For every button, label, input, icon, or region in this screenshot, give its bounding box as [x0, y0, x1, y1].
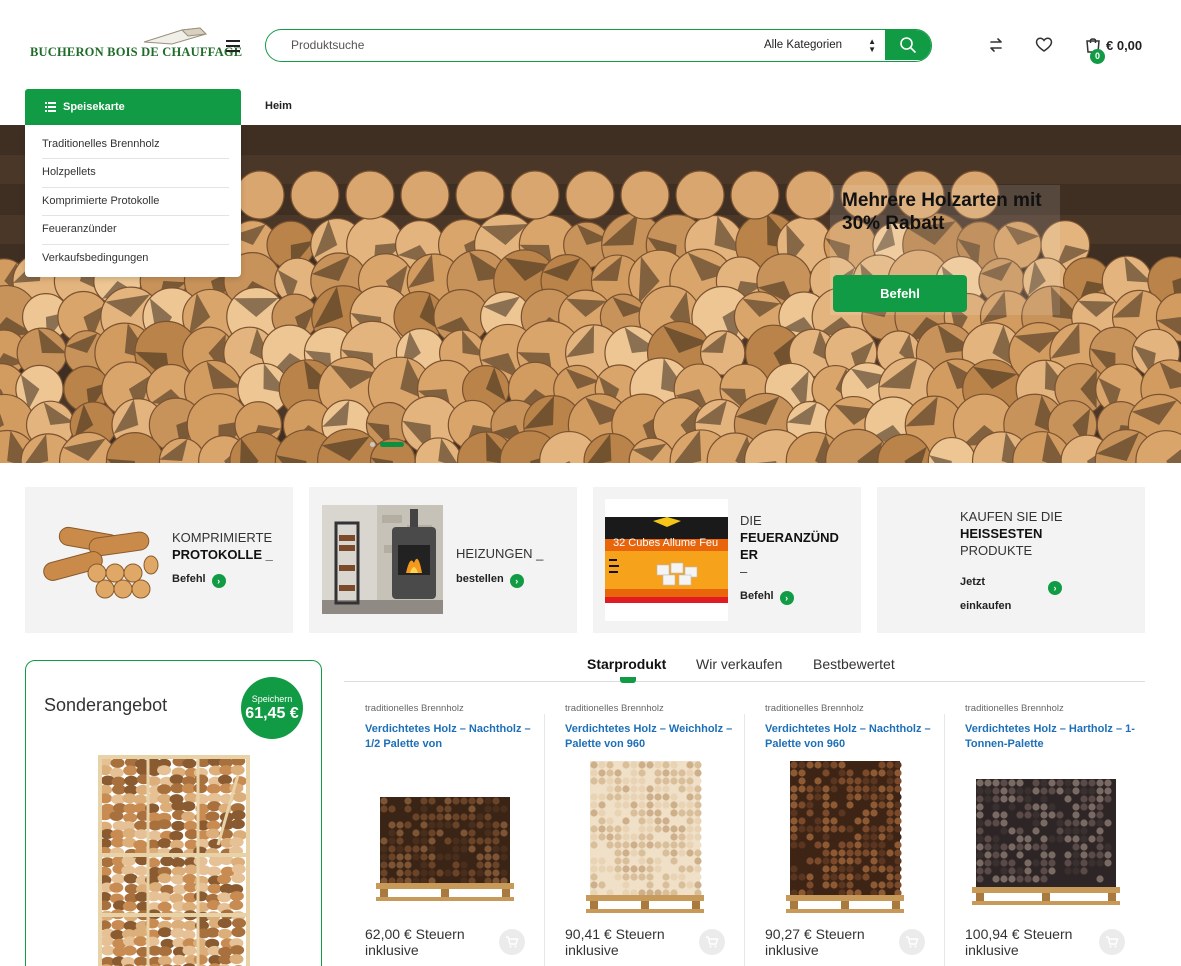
add-to-cart-button[interactable]: [699, 929, 725, 955]
menu-item-wood-pellets[interactable]: Holzpellets: [42, 159, 229, 188]
category-title: KOMPRIMIERTE PROTOKOLLE _: [172, 530, 273, 562]
cart-plus-icon: [706, 936, 719, 948]
fire-starters-image-label: 32 Cubes Allume Feu: [613, 537, 719, 549]
product-price: 62,00 € Steuern inklusive: [365, 926, 465, 958]
category-link[interactable]: Jetzt einkaufen ›: [960, 570, 1062, 618]
add-to-cart-button[interactable]: [499, 929, 525, 955]
category-link[interactable]: bestellen ›: [456, 573, 524, 588]
categories-menu-button[interactable]: Speisekarte: [25, 89, 241, 125]
log-icon: [143, 27, 208, 45]
select-arrows-icon: ▲ ▼: [868, 37, 876, 54]
product-tabs: Starprodukt Wir verkaufen Bestbewertet: [344, 656, 1145, 682]
product-category: traditionelles Brennholz: [765, 703, 864, 714]
search-icon: [900, 37, 916, 53]
product-category: traditionelles Brennholz: [565, 703, 664, 714]
cart-plus-icon: [1106, 936, 1119, 948]
tab-we-sell[interactable]: Wir verkaufen: [696, 656, 782, 672]
add-to-cart-button[interactable]: [899, 929, 925, 955]
list-icon: [45, 102, 56, 114]
category-card-compressed-logs[interactable]: KOMPRIMIERTE PROTOKOLLE _ Befehl ›: [25, 487, 293, 633]
product-image[interactable]: [364, 755, 524, 915]
category-link[interactable]: Befehl ›: [172, 573, 226, 588]
hero-order-button[interactable]: Befehl: [833, 275, 967, 312]
category-title: DIE FEUERANZÜND ER –: [740, 513, 839, 579]
search-button[interactable]: [885, 30, 931, 60]
product-card[interactable]: traditionelles Brennholz Verdichtetes Ho…: [544, 700, 744, 966]
menu-item-sales-conditions[interactable]: Verkaufsbedingungen: [42, 245, 229, 273]
cart-count-badge: 0: [1090, 49, 1105, 64]
product-category: traditionelles Brennholz: [365, 703, 464, 714]
product-image[interactable]: [764, 755, 924, 915]
fire-starters-image: 32 Cubes Allume Feu: [605, 499, 728, 621]
product-category: traditionelles Brennholz: [965, 703, 1064, 714]
product-card[interactable]: traditionelles Brennholz Verdichtetes Ho…: [744, 700, 944, 966]
category-select-value: Alle Kategorien: [764, 39, 842, 51]
tab-star-product[interactable]: Starprodukt: [587, 656, 666, 672]
cart-total[interactable]: € 0,00: [1106, 38, 1142, 53]
slider-dot[interactable]: [370, 442, 375, 448]
add-to-cart-button[interactable]: [1099, 929, 1125, 955]
category-card-heaters[interactable]: HEIZUNGEN _ bestellen ›: [309, 487, 577, 633]
special-offer-title: Sonderangebot: [44, 695, 168, 715]
categories-dropdown: Traditionelles Brennholz Holzpellets Kom…: [25, 125, 241, 277]
special-offer-panel: Sonderangebot Speichern 61,45 €: [25, 660, 322, 966]
cart-plus-icon: [906, 936, 919, 948]
product-price: 90,41 € Steuern inklusive: [565, 926, 665, 958]
product-image[interactable]: [564, 755, 724, 915]
product-card[interactable]: traditionelles Brennholz Verdichtetes Ho…: [344, 700, 544, 966]
arrow-right-icon: ›: [1048, 581, 1062, 595]
logo-text: BUCHERON BOIS DE CHAUFFAGE: [30, 45, 243, 59]
hero-title: Mehrere Holzarten mit 30% Rabatt: [842, 190, 1042, 234]
product-image[interactable]: [964, 755, 1124, 915]
arrow-right-icon: ›: [509, 574, 524, 588]
category-title: HEIZUNGEN _: [456, 546, 544, 561]
stove-image: [322, 505, 443, 614]
menu-button-label: Speisekarte: [63, 101, 125, 113]
active-tab-indicator: [620, 677, 636, 683]
savings-badge: Speichern 61,45 €: [241, 677, 303, 739]
category-link[interactable]: Befehl ›: [740, 590, 794, 605]
arrow-right-icon: ›: [779, 591, 794, 605]
product-name[interactable]: Verdichtetes Holz – Nachtholz – 1/2 Pale…: [365, 722, 540, 752]
category-card-fire-starters[interactable]: 32 Cubes Allume Feu DIE FEUERANZÜND ER –…: [593, 487, 861, 633]
product-name[interactable]: Verdichtetes Holz – Nachtholz – Palette …: [765, 722, 940, 752]
category-card-hottest-products[interactable]: KAUFEN SIE DIE HEISSESTEN PRODUKTE Jetzt…: [877, 487, 1145, 633]
menu-item-fire-starters[interactable]: Feueranzünder: [42, 216, 229, 245]
logo[interactable]: BUCHERON BOIS DE CHAUFFAGE: [30, 26, 242, 62]
header: BUCHERON BOIS DE CHAUFFAGE Alle Kategori…: [0, 0, 1181, 88]
product-card[interactable]: traditionelles Brennholz Verdichtetes Ho…: [944, 700, 1144, 966]
search-input[interactable]: [266, 30, 746, 60]
product-price: 100,94 € Steuern inklusive: [965, 926, 1073, 958]
menu-item-traditional-firewood[interactable]: Traditionelles Brennholz: [42, 131, 229, 160]
search-bar: Alle Kategorien ▲▼: [265, 29, 932, 62]
nav-home-link[interactable]: Heim: [265, 100, 292, 112]
product-price: 90,27 € Steuern inklusive: [765, 926, 865, 958]
compressed-logs-image: [43, 526, 159, 599]
compare-icon[interactable]: [988, 36, 1004, 54]
slider-dots: [370, 436, 409, 454]
product-name[interactable]: Verdichtetes Holz – Weichholz – Palette …: [565, 722, 740, 752]
category-select[interactable]: Alle Kategorien ▲ ▼: [756, 30, 886, 60]
tab-best-rated[interactable]: Bestbewertet: [813, 656, 895, 672]
product-name[interactable]: Verdichtetes Holz – Hartholz – 1-Tonnen-…: [965, 722, 1140, 752]
hamburger-menu-icon[interactable]: [226, 40, 240, 52]
menu-item-compressed-logs[interactable]: Komprimierte Protokolle: [42, 188, 229, 217]
firewood-crate-image[interactable]: [98, 755, 250, 966]
slider-dot-active[interactable]: [380, 442, 404, 448]
wishlist-heart-icon[interactable]: [1035, 36, 1053, 54]
category-title: KAUFEN SIE DIE HEISSESTEN PRODUKTE: [960, 509, 1063, 558]
arrow-right-icon: ›: [211, 574, 226, 588]
cart-plus-icon: [506, 936, 519, 948]
